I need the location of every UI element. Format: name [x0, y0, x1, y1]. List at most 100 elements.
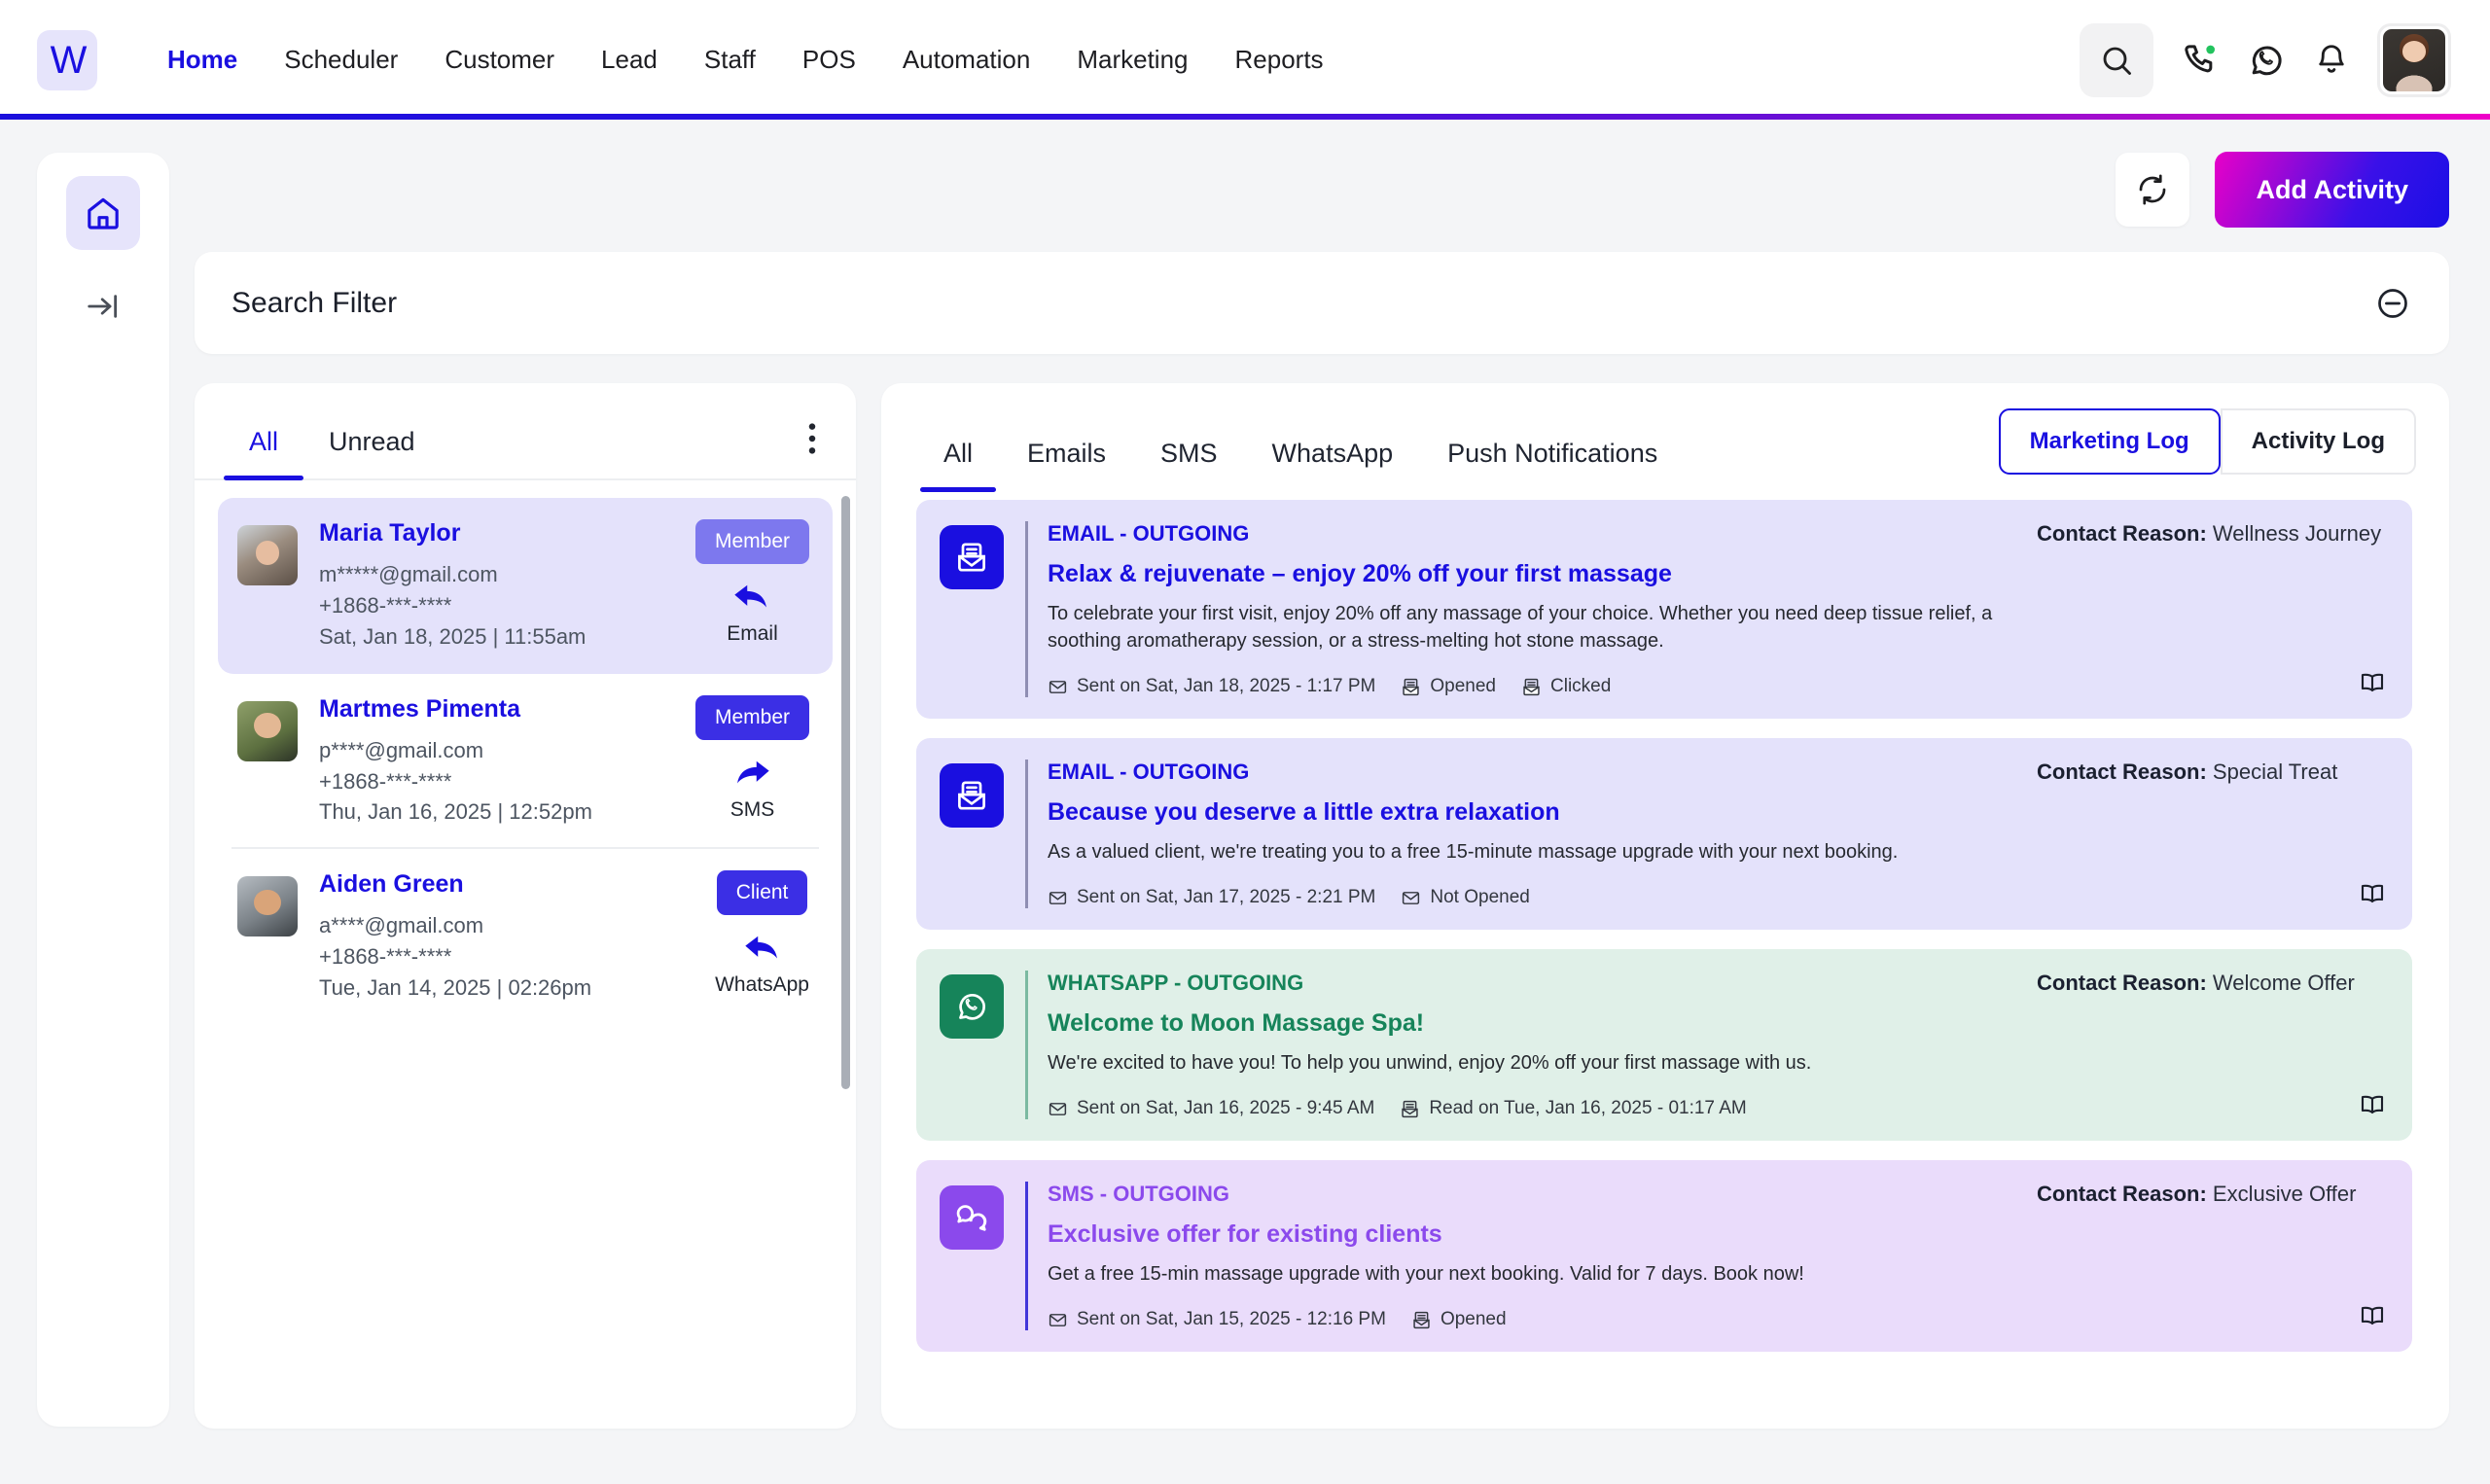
nav-item-home[interactable]: Home: [144, 45, 261, 75]
log-text: To celebrate your first visit, enjoy 20%…: [1048, 600, 2021, 654]
notifications-button[interactable]: [2313, 42, 2350, 79]
tab-whatsapp[interactable]: WhatsApp: [1245, 439, 1421, 492]
log-details-button[interactable]: [2358, 1301, 2387, 1330]
contact-channel: WhatsApp: [715, 933, 809, 997]
sms-chat-icon: [953, 1199, 990, 1236]
log-details-button[interactable]: [2358, 668, 2387, 697]
contact-avatar: [237, 876, 298, 936]
log-status-1-text: Not Opened: [1430, 887, 1529, 908]
tab-all-logs[interactable]: All: [916, 439, 1000, 492]
log-status-1: Not Opened: [1401, 887, 1529, 908]
tab-unread-contacts[interactable]: Unread: [303, 427, 441, 478]
nav-item-scheduler[interactable]: Scheduler: [261, 45, 421, 75]
status-badge[interactable]: Client: [717, 870, 808, 915]
home-icon: [84, 194, 123, 232]
logs-list: EMAIL - OUTGOING Relax & rejuvenate – en…: [881, 492, 2449, 1429]
whatsapp-icon: [2247, 41, 2286, 80]
log-subject: Welcome to Moon Massage Spa!: [1048, 1009, 2021, 1038]
contacts-tabs: All Unread: [195, 383, 856, 480]
whatsapp-button[interactable]: [2247, 41, 2286, 80]
log-status-1: Read on Tue, Jan 16, 2025 - 01:17 AM: [1400, 1098, 1746, 1119]
log-text: We're excited to have you! To help you u…: [1048, 1049, 2021, 1077]
reply-arrow-icon: [741, 933, 784, 966]
bell-icon: [2313, 42, 2350, 79]
log-card[interactable]: SMS - OUTGOING Exclusive offer for exist…: [916, 1160, 2412, 1352]
marketing-log-button[interactable]: Marketing Log: [1999, 408, 2221, 475]
tab-sms[interactable]: SMS: [1133, 439, 1245, 492]
header-actions: [2080, 23, 2451, 97]
left-rail: [37, 153, 169, 1427]
log-kind: SMS - OUTGOING: [1048, 1182, 2021, 1207]
log-channel-icon-wrap: [940, 763, 1004, 828]
email-envelope-icon: [954, 778, 989, 813]
app-logo-icon: W: [51, 41, 85, 80]
rail-collapse-button[interactable]: [74, 281, 132, 332]
app-logo[interactable]: W: [37, 30, 97, 90]
log-status-1-text: Opened: [1441, 1309, 1507, 1330]
log-status-1: Opened: [1411, 1309, 1507, 1330]
status-badge[interactable]: Member: [695, 519, 809, 564]
refresh-button[interactable]: [2116, 153, 2189, 227]
tab-push-notifications[interactable]: Push Notifications: [1420, 439, 1685, 492]
log-kind: EMAIL - OUTGOING: [1048, 760, 2021, 785]
envelope-check-icon: [1048, 677, 1068, 697]
tab-emails[interactable]: Emails: [1000, 439, 1133, 492]
list-item[interactable]: Aiden Green a****@gmail.com +1868-***-**…: [218, 849, 833, 1025]
nav-item-pos[interactable]: POS: [779, 45, 879, 75]
contacts-scrollbar[interactable]: [841, 496, 850, 1089]
contact-channel: SMS: [730, 758, 775, 822]
rail-item-home[interactable]: [66, 176, 140, 250]
log-details-button[interactable]: [2358, 879, 2387, 908]
whatsapp-icon: [954, 989, 989, 1024]
list-item[interactable]: Maria Taylor m*****@gmail.com +1868-***-…: [218, 498, 833, 674]
contact-channel-label: SMS: [730, 798, 775, 822]
status-badge[interactable]: Member: [695, 695, 809, 740]
envelope-check-icon: [1048, 1099, 1068, 1119]
log-status-1-text: Read on Tue, Jan 16, 2025 - 01:17 AM: [1429, 1098, 1746, 1119]
nav-item-automation[interactable]: Automation: [879, 45, 1054, 75]
envelope-check-icon: [1048, 888, 1068, 908]
add-activity-button[interactable]: Add Activity: [2215, 152, 2449, 228]
log-card-aside: Contact Reason: Welcome Offer: [2037, 971, 2387, 1119]
log-card[interactable]: WHATSAPP - OUTGOING Welcome to Moon Mass…: [916, 949, 2412, 1141]
tab-all-contacts[interactable]: All: [224, 427, 303, 478]
contacts-more-button[interactable]: [798, 422, 827, 478]
contacts-panel: All Unread Maria Taylor m*****@gmail.com: [195, 383, 856, 1429]
contact-email: a****@gmail.com: [319, 910, 701, 941]
logs-tabs: All Emails SMS WhatsApp Push Notificatio…: [881, 383, 2449, 492]
contact-reason: Contact Reason: Welcome Offer: [2037, 971, 2355, 996]
list-item[interactable]: Martmes Pimenta p****@gmail.com +1868-**…: [218, 674, 833, 850]
activity-log-button[interactable]: Activity Log: [2221, 408, 2416, 475]
contacts-list: Maria Taylor m*****@gmail.com +1868-***-…: [195, 480, 856, 1429]
nav-item-staff[interactable]: Staff: [681, 45, 779, 75]
log-card-body: EMAIL - OUTGOING Because you deserve a l…: [1025, 760, 2021, 908]
log-meta: Sent on Sat, Jan 15, 2025 - 12:16 PM Ope…: [1048, 1309, 2021, 1330]
envelope-open-icon: [1400, 1099, 1420, 1119]
log-card[interactable]: EMAIL - OUTGOING Because you deserve a l…: [916, 738, 2412, 930]
nav-item-reports[interactable]: Reports: [1212, 45, 1347, 75]
search-filter-collapse-button[interactable]: [2375, 286, 2410, 321]
log-meta: Sent on Sat, Jan 16, 2025 - 9:45 AM Read…: [1048, 1098, 2021, 1119]
contact-channel-label: Email: [727, 622, 778, 646]
nav-item-customer[interactable]: Customer: [421, 45, 578, 75]
log-sent-text: Sent on Sat, Jan 16, 2025 - 9:45 AM: [1077, 1098, 1374, 1119]
phone-call-button[interactable]: [2181, 41, 2220, 80]
envelope-open-icon: [1411, 1310, 1432, 1330]
avatar[interactable]: [2377, 23, 2451, 97]
log-card-body: SMS - OUTGOING Exclusive offer for exist…: [1025, 1182, 2021, 1330]
nav-item-marketing[interactable]: Marketing: [1053, 45, 1211, 75]
nav-item-lead[interactable]: Lead: [578, 45, 681, 75]
log-card[interactable]: EMAIL - OUTGOING Relax & rejuvenate – en…: [916, 500, 2412, 719]
contact-timestamp: Thu, Jan 16, 2025 | 12:52pm: [319, 796, 682, 828]
log-card-aside: Contact Reason: Special Treat: [2037, 760, 2387, 908]
search-button[interactable]: [2080, 23, 2153, 97]
contact-name: Aiden Green: [319, 870, 701, 899]
contact-name: Martmes Pimenta: [319, 695, 682, 724]
log-details-button[interactable]: [2358, 1090, 2387, 1119]
log-card-aside: Contact Reason: Wellness Journey: [2037, 521, 2387, 697]
contact-reason: Contact Reason: Wellness Journey: [2037, 521, 2381, 547]
log-channel-icon-wrap: [940, 525, 1004, 589]
contact-phone: +1868-***-****: [319, 766, 682, 797]
contact-reason-label: Contact Reason:: [2037, 1182, 2207, 1206]
logs-panel: All Emails SMS WhatsApp Push Notificatio…: [881, 383, 2449, 1429]
